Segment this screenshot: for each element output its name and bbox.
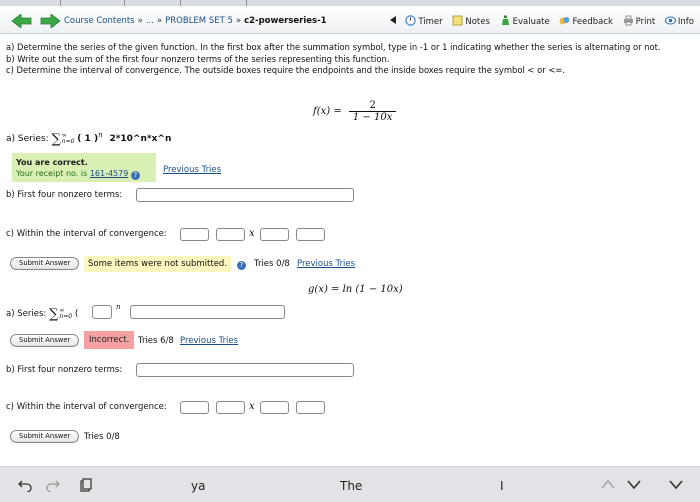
terms-label-2: b) First four nonzero terms: xyxy=(6,365,123,375)
correct-feedback: You are correct. Your receipt no. is 161… xyxy=(12,153,156,182)
tries-count-3: Tries 0/8 xyxy=(84,432,120,442)
problem-content: a) Determine the series of the given fun… xyxy=(6,42,696,77)
sign-input[interactable] xyxy=(92,305,112,319)
series-answer: 2*10^n*x^n xyxy=(109,134,172,144)
series-term-input[interactable] xyxy=(130,305,285,319)
lower-endpoint-input-2[interactable] xyxy=(180,401,209,414)
breadcrumb-separator: » xyxy=(235,16,242,26)
x-variable-2: x xyxy=(249,401,255,412)
suggestion-3[interactable]: I xyxy=(500,479,504,493)
chevron-up-icon[interactable] xyxy=(600,478,616,493)
breadcrumb-separator: » xyxy=(137,16,143,26)
feedback-icon xyxy=(559,17,570,25)
terms-input-2[interactable] xyxy=(136,363,354,377)
submit-answer-button-3[interactable]: Submit Answer xyxy=(10,430,80,443)
sigma-limits: ∞ n=0 xyxy=(61,131,75,145)
incorrect-message: Incorrect. xyxy=(84,331,135,349)
evaluate-label: Evaluate xyxy=(512,17,550,27)
receipt-link[interactable]: 161-4579 xyxy=(90,169,129,178)
evaluate-icon xyxy=(501,15,509,25)
series-label: a) Series: xyxy=(6,134,49,144)
breadcrumb-problem-set[interactable]: PROBLEM SET 5 xyxy=(165,16,233,26)
notes-label: Notes xyxy=(465,17,490,27)
print-label: Print xyxy=(635,17,656,27)
x-variable: x xyxy=(249,228,255,239)
status-message: Some items were not submitted. xyxy=(84,256,232,272)
timer-button[interactable]: Timer xyxy=(405,15,443,27)
breadcrumb-ellipsis[interactable]: ... xyxy=(146,16,154,26)
suggestion-1[interactable]: ya xyxy=(191,479,205,493)
sigma-limits-2: ∞ n=0 xyxy=(59,306,73,320)
upper-endpoint-input[interactable] xyxy=(296,228,325,241)
info-button[interactable]: Info xyxy=(664,15,694,27)
series-row-2: a) Series: ∑∞ n=0 ( xyxy=(6,306,79,322)
upper-endpoint-input-2[interactable] xyxy=(296,401,325,414)
instruction-a: a) Determine the series of the given fun… xyxy=(6,42,661,52)
feedback-label: Feedback xyxy=(572,17,613,27)
upper-symbol-input-2[interactable] xyxy=(260,401,289,414)
series-row-1: a) Series: ∑∞ n=0 ( 1 )n 2*10^n*x^n xyxy=(6,131,172,147)
lower-endpoint-input[interactable] xyxy=(180,228,209,241)
instructions: a) Determine the series of the given fun… xyxy=(6,42,696,77)
function-f: f(x) = 2 1 − 10x xyxy=(313,100,397,123)
function-g: g(x) = ln (1 − 10x) xyxy=(308,284,403,295)
interval-label-2: c) Within the interval of convergence: xyxy=(6,402,167,412)
fx-label: f(x) = xyxy=(313,106,342,117)
series-label-2: a) Series: xyxy=(6,309,47,319)
navigation-bar: Course Contents»...» PROBLEM SET 5» c2-pow… xyxy=(0,6,700,34)
fx-fraction: 2 1 − 10x xyxy=(348,100,397,123)
submit-answer-button[interactable]: Submit Answer xyxy=(10,257,80,270)
info-label: Info xyxy=(677,17,694,27)
receipt-prefix: Your receipt no. is xyxy=(16,169,88,178)
instruction-c: c) Determine the interval of convergence… xyxy=(6,65,566,75)
sigma-symbol: ∑ xyxy=(51,132,61,147)
fx-numerator: 2 xyxy=(348,100,397,112)
fx-denominator: 1 − 10x xyxy=(352,112,393,123)
paste-icon[interactable] xyxy=(78,478,92,495)
undo-icon[interactable] xyxy=(18,478,32,495)
help-icon[interactable]: ? xyxy=(130,171,140,180)
previous-tries-link[interactable]: Previous Tries xyxy=(163,165,221,175)
timer-icon xyxy=(405,15,417,26)
tries-count: Tries 0/8 xyxy=(254,259,290,269)
dismiss-keyboard-icon[interactable] xyxy=(668,478,684,493)
previous-tries-link-3[interactable]: Previous Tries xyxy=(180,336,238,346)
redo-icon[interactable] xyxy=(46,478,60,495)
breadcrumb-current: c2-powerseries-1 xyxy=(244,16,327,26)
correct-title: You are correct. xyxy=(16,158,88,167)
breadcrumb: Course Contents»...» PROBLEM SET 5» c2-pow… xyxy=(64,16,327,26)
toolbar: Timer Notes Evaluate Feedback Print Info xyxy=(383,15,694,27)
terms-label: b) First four nonzero terms: xyxy=(6,190,123,200)
info-icon xyxy=(664,16,676,25)
sigma-symbol-2: ∑ xyxy=(49,307,59,322)
lower-symbol-input-2[interactable] xyxy=(216,401,245,414)
keyboard-suggestion-bar: ya The I xyxy=(0,466,700,502)
previous-tries-link-2[interactable]: Previous Tries xyxy=(297,259,355,269)
tries-count-2: Tries 6/8 xyxy=(138,336,174,346)
upper-symbol-input[interactable] xyxy=(260,228,289,241)
lower-symbol-input[interactable] xyxy=(216,228,245,241)
notes-icon xyxy=(452,15,463,26)
terms-input[interactable] xyxy=(136,188,354,202)
instruction-b: b) Write out the sum of the first four n… xyxy=(6,53,390,64)
breadcrumb-course-contents[interactable]: Course Contents xyxy=(64,16,135,26)
submit-answer-button-2[interactable]: Submit Answer xyxy=(10,334,80,347)
interval-label: c) Within the interval of convergence: xyxy=(6,229,167,239)
breadcrumb-separator: » xyxy=(156,16,163,26)
evaluate-button[interactable]: Evaluate xyxy=(500,15,550,27)
series-exponent: n xyxy=(116,303,121,311)
notes-button[interactable]: Notes xyxy=(452,15,490,27)
collapse-arrow-icon[interactable] xyxy=(389,15,396,27)
print-icon xyxy=(623,15,633,26)
feedback-button[interactable]: Feedback xyxy=(559,15,613,27)
info-help-icon[interactable]: ? xyxy=(237,259,246,270)
suggestion-2[interactable]: The xyxy=(340,479,362,493)
chevron-down-icon[interactable] xyxy=(626,478,642,493)
timer-label: Timer xyxy=(418,17,443,27)
print-button[interactable]: Print xyxy=(623,15,656,27)
sign-answer: ( 1 ) xyxy=(77,134,99,144)
